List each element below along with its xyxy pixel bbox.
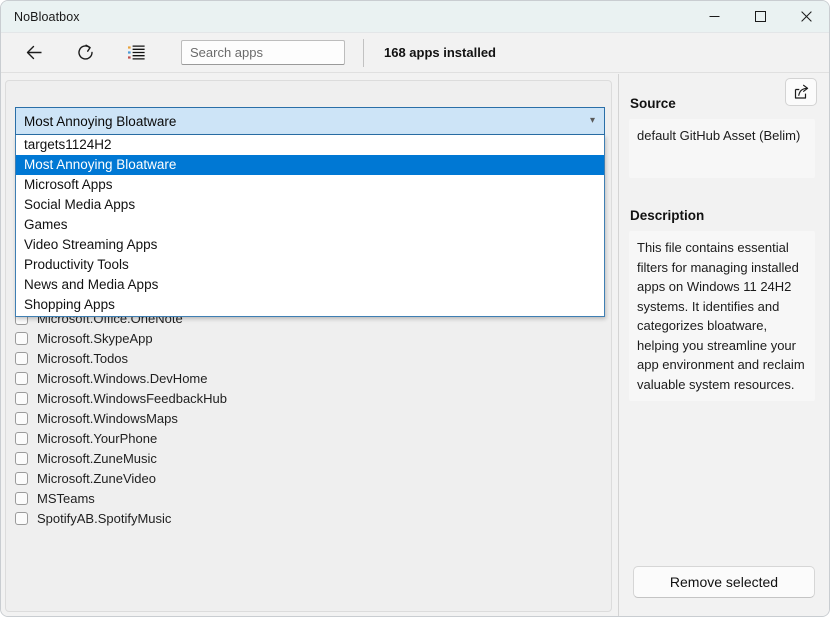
app-name-label: Microsoft.WindowsMaps <box>37 410 178 426</box>
app-checkbox[interactable] <box>15 391 28 405</box>
remove-selected-button[interactable]: Remove selected <box>633 566 815 598</box>
app-list-item[interactable]: Microsoft.ZuneVideo <box>15 468 602 488</box>
app-name-label: MSTeams <box>37 490 95 506</box>
app-name-label: Microsoft.ZuneMusic <box>37 450 157 466</box>
app-window: NoBloatbox Search apps 168 apps installe… <box>0 0 830 617</box>
apps-panel: Microsoft.Office.OneNote Microsoft.SkypeA… <box>1 74 618 616</box>
close-button[interactable] <box>783 1 829 33</box>
app-list-item[interactable]: Microsoft.WindowsMaps <box>15 408 602 428</box>
app-checkbox[interactable] <box>15 411 28 425</box>
description-value: This file contains essential filters for… <box>629 231 815 401</box>
apps-checkbox-list[interactable]: Microsoft.Office.OneNote Microsoft.SkypeA… <box>15 308 602 606</box>
toolbar-divider <box>363 38 364 67</box>
description-heading: Description <box>630 208 705 223</box>
app-checkbox[interactable] <box>15 471 28 485</box>
back-button[interactable] <box>13 37 55 69</box>
minimize-icon <box>709 16 719 17</box>
window-controls <box>691 1 829 33</box>
filter-combobox[interactable]: Most Annoying Bloatware ▾ <box>15 107 605 135</box>
filter-option[interactable]: Microsoft Apps <box>16 175 604 195</box>
app-checkbox[interactable] <box>15 331 28 345</box>
maximize-button[interactable] <box>737 1 783 33</box>
bulleted-list-icon <box>127 45 145 60</box>
app-list-item[interactable]: Microsoft.Windows.DevHome <box>15 368 602 388</box>
app-list-item[interactable]: Microsoft.YourPhone <box>15 428 602 448</box>
filter-combobox-popup[interactable]: targets1124H2 Most Annoying Bloatware Micr… <box>15 135 605 317</box>
app-list-item[interactable]: Microsoft.SkypeApp <box>15 328 602 348</box>
filter-option[interactable]: Social Media Apps <box>16 195 604 215</box>
window-title: NoBloatbox <box>14 9 80 24</box>
app-name-label: Microsoft.WindowsFeedbackHub <box>37 390 228 406</box>
filter-list-button[interactable] <box>115 37 157 69</box>
app-name-label: Microsoft.YourPhone <box>37 430 158 446</box>
title-bar: NoBloatbox <box>1 1 829 33</box>
filter-option[interactable]: Most Annoying Bloatware <box>16 155 604 175</box>
filter-option[interactable]: News and Media Apps <box>16 275 604 295</box>
app-checkbox[interactable] <box>15 351 28 365</box>
apps-installed-count: 168 apps installed <box>384 45 496 60</box>
app-list-item[interactable]: Microsoft.Todos <box>15 348 602 368</box>
filter-option[interactable]: Games <box>16 215 604 235</box>
app-checkbox[interactable] <box>15 371 28 385</box>
details-panel: Source default GitHub Asset (Belim) Desc… <box>619 74 829 616</box>
app-name-label: Microsoft.Windows.DevHome <box>37 370 208 386</box>
chevron-down-icon: ▾ <box>589 115 595 126</box>
filter-combobox-value: Most Annoying Bloatware <box>24 113 177 129</box>
back-arrow-icon <box>26 45 41 60</box>
refresh-button[interactable] <box>64 37 106 69</box>
toolbar: 168 apps installed <box>1 33 829 73</box>
app-checkbox[interactable] <box>15 431 28 445</box>
app-list-item[interactable]: Microsoft.WindowsFeedbackHub <box>15 388 602 408</box>
share-button[interactable] <box>785 78 817 106</box>
share-icon <box>794 84 808 99</box>
maximize-icon <box>754 11 766 22</box>
app-checkbox[interactable] <box>15 511 28 525</box>
source-value: default GitHub Asset (Belim) <box>629 119 815 178</box>
app-name-label: Microsoft.SkypeApp <box>37 330 153 346</box>
minimize-button[interactable] <box>691 1 737 33</box>
filter-option[interactable]: targets1124H2 <box>16 135 604 155</box>
app-list-item[interactable]: MSTeams <box>15 488 602 508</box>
filter-option[interactable]: Video Streaming Apps <box>16 235 604 255</box>
app-name-label: Microsoft.Todos <box>37 350 129 366</box>
search-input[interactable] <box>181 40 345 65</box>
app-name-label: Microsoft.ZuneVideo <box>37 470 156 486</box>
app-checkbox[interactable] <box>15 491 28 505</box>
close-icon <box>800 11 812 22</box>
filter-option[interactable]: Productivity Tools <box>16 255 604 275</box>
app-name-label: SpotifyAB.SpotifyMusic <box>37 510 172 526</box>
app-list-item[interactable]: Microsoft.ZuneMusic <box>15 448 602 468</box>
app-checkbox[interactable] <box>15 451 28 465</box>
refresh-icon <box>77 44 93 60</box>
content-area: Microsoft.Office.OneNote Microsoft.SkypeA… <box>1 74 829 616</box>
app-list-item[interactable]: SpotifyAB.SpotifyMusic <box>15 508 602 528</box>
filter-option[interactable]: Shopping Apps <box>16 295 604 315</box>
